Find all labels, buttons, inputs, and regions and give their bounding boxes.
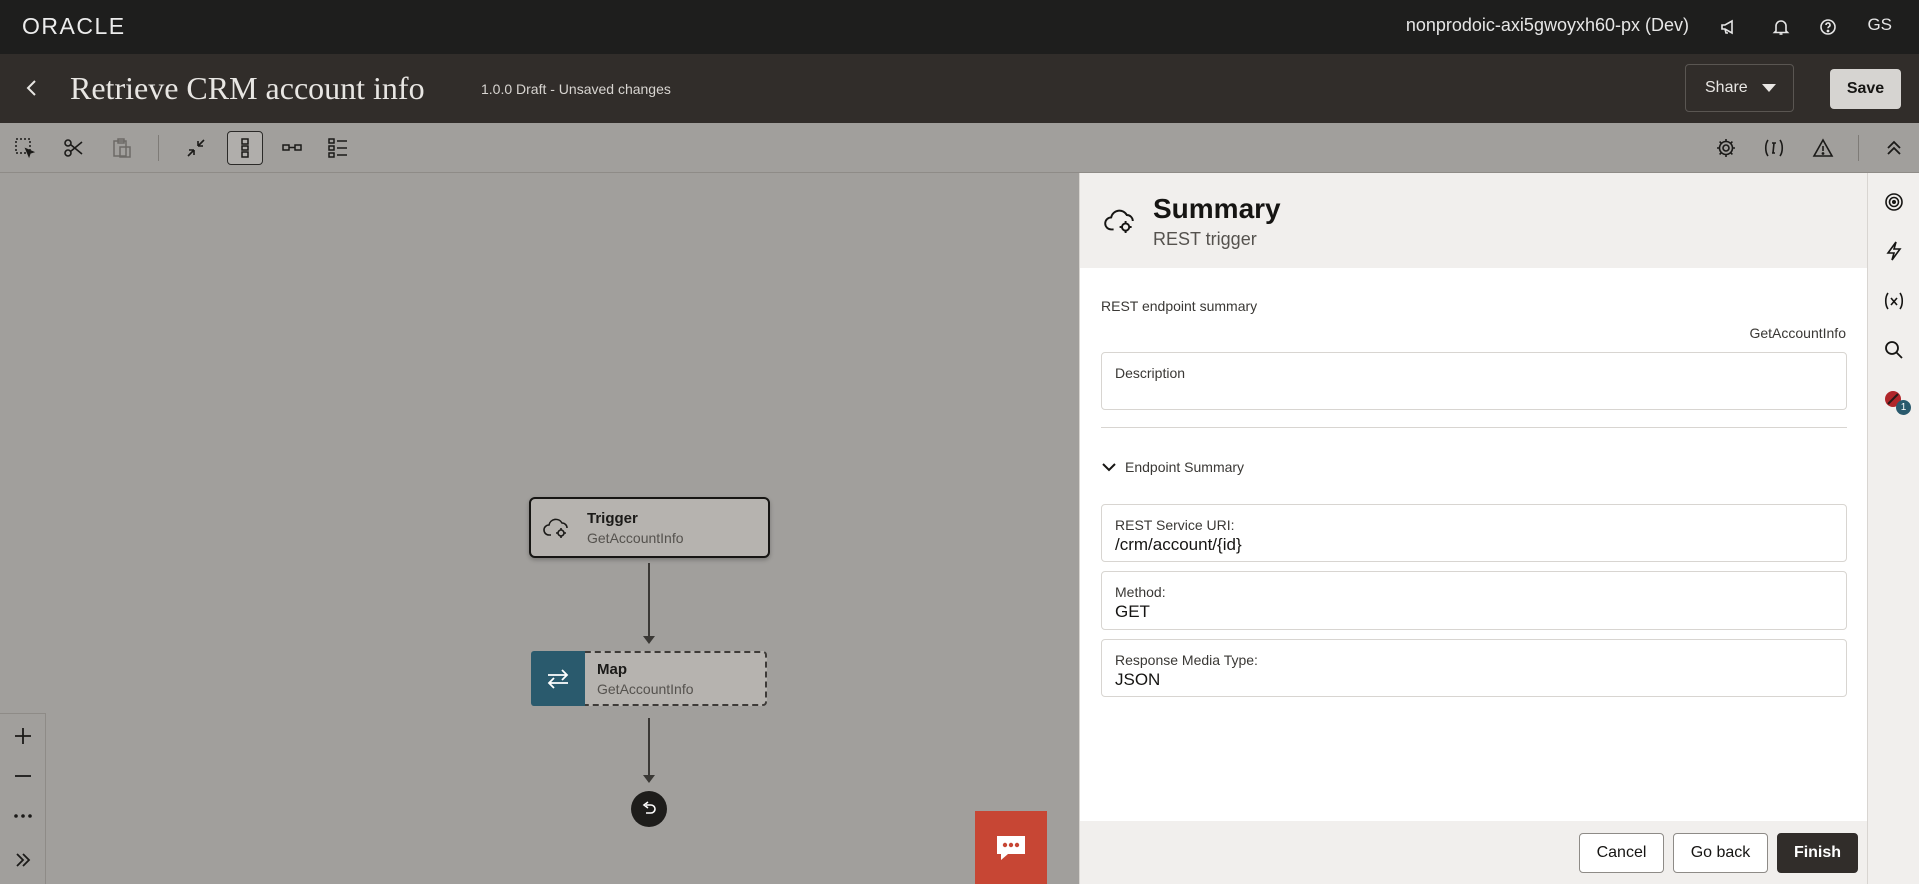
field-value: /crm/account/{id} <box>1115 535 1242 554</box>
paste-icon[interactable] <box>104 131 140 165</box>
finish-button[interactable]: Finish <box>1777 833 1858 873</box>
target-icon[interactable] <box>1878 186 1910 218</box>
zoom-in-icon[interactable] <box>5 718 41 754</box>
rest-trigger-icon <box>531 499 585 556</box>
summary-panel: Summary REST trigger REST endpoint summa… <box>1079 173 1868 884</box>
chat-icon <box>997 835 1025 860</box>
oracle-logo[interactable]: ORACLE <box>22 14 162 38</box>
toggle-label: Endpoint Summary <box>1125 459 1245 475</box>
search-icon[interactable] <box>1878 334 1910 366</box>
connector-line <box>648 563 650 637</box>
user-avatar[interactable]: GS <box>1867 15 1892 35</box>
endpoint-summary-toggle[interactable]: Endpoint Summary <box>1101 459 1244 475</box>
panel-footer: Cancel Go back Finish <box>1080 821 1868 884</box>
gear-icon[interactable] <box>1708 131 1744 165</box>
map-swap-icon <box>531 651 585 706</box>
go-back-button[interactable]: Go back <box>1673 833 1768 873</box>
more-options-icon[interactable] <box>5 798 41 834</box>
panel-title: Summary <box>1153 193 1281 224</box>
version-status: 1.0.0 Draft - Unsaved changes <box>481 81 671 97</box>
cut-icon[interactable] <box>56 131 92 165</box>
zoom-controls <box>0 713 46 884</box>
rest-trigger-icon <box>1104 205 1140 241</box>
lightning-icon[interactable] <box>1878 235 1910 267</box>
error-count-badge: 1 <box>1896 400 1911 415</box>
panel-header: Summary REST trigger <box>1080 173 1868 268</box>
select-icon[interactable] <box>7 131 43 165</box>
cancel-button[interactable]: Cancel <box>1579 833 1664 873</box>
announcement-icon[interactable] <box>1716 14 1742 40</box>
section-divider <box>1101 427 1847 428</box>
page-title: Retrieve CRM account info <box>70 70 425 106</box>
title-bar: Retrieve CRM account info 1.0.0 Draft - … <box>0 54 1919 123</box>
node-title: Map <box>597 660 627 678</box>
response-media-type-field: Response Media Type: JSON <box>1101 639 1847 697</box>
field-value: GET <box>1115 602 1150 621</box>
toolbar-divider <box>158 135 159 161</box>
share-label: Share <box>1705 79 1748 96</box>
save-button[interactable]: Save <box>1830 69 1901 109</box>
help-icon[interactable] <box>1815 14 1841 40</box>
endpoint-name: GetAccountInfo <box>1749 325 1846 341</box>
field-label: Response Media Type: <box>1115 652 1258 668</box>
collapse-up-icon[interactable] <box>1876 131 1912 165</box>
vertical-layout-icon[interactable] <box>227 131 263 165</box>
map-node[interactable]: Map GetAccountInfo <box>531 651 767 706</box>
method-field: Method: GET <box>1101 571 1847 630</box>
field-label: Description <box>1115 365 1186 381</box>
field-label: REST Service URI: <box>1115 517 1235 533</box>
expand-right-icon[interactable] <box>5 842 41 878</box>
end-return-node[interactable] <box>631 791 667 827</box>
integration-canvas[interactable]: Trigger GetAccountInfo Map GetAccountInf… <box>0 173 1079 884</box>
right-rail: 1 <box>1867 173 1919 884</box>
toolbar-divider <box>1858 135 1859 161</box>
back-chevron-icon[interactable] <box>18 74 46 102</box>
variable-icon[interactable] <box>1756 131 1792 165</box>
section-label: REST endpoint summary <box>1101 298 1258 314</box>
canvas-toolbar <box>0 123 1919 173</box>
chevron-down-icon <box>1102 463 1116 472</box>
connector-line <box>648 718 650 776</box>
field-value: JSON <box>1115 670 1161 689</box>
description-field[interactable]: Description <box>1101 352 1847 410</box>
variables-icon[interactable] <box>1878 285 1910 317</box>
share-button[interactable]: Share <box>1685 64 1794 112</box>
node-title: Trigger <box>587 509 638 527</box>
top-bar: ORACLE nonprodoic-axi5gwoyxh60-px (Dev) … <box>0 0 1919 54</box>
return-icon <box>642 801 656 814</box>
horizontal-layout-icon[interactable] <box>274 131 310 165</box>
collapse-all-icon[interactable] <box>178 131 214 165</box>
field-label: Method: <box>1115 584 1166 600</box>
warning-icon[interactable] <box>1805 131 1841 165</box>
connector-arrow <box>643 636 655 644</box>
svg-text:ORACLE: ORACLE <box>22 14 126 38</box>
caret-down-icon <box>1761 84 1776 92</box>
chat-assistant-button[interactable] <box>975 811 1047 884</box>
pseudo-view-icon[interactable] <box>320 131 356 165</box>
zoom-out-icon[interactable] <box>5 758 41 794</box>
trigger-node[interactable]: Trigger GetAccountInfo <box>529 497 770 558</box>
node-subtitle: GetAccountInfo <box>587 529 684 546</box>
connector-arrow <box>643 775 655 783</box>
panel-subtitle: REST trigger <box>1153 229 1257 249</box>
notifications-icon[interactable] <box>1768 14 1794 40</box>
environment-name[interactable]: nonprodoic-axi5gwoyxh60-px (Dev) <box>1406 15 1689 36</box>
rest-service-uri-field: REST Service URI: /crm/account/{id} <box>1101 504 1847 562</box>
node-subtitle: GetAccountInfo <box>597 680 694 697</box>
errors-icon[interactable]: 1 <box>1878 384 1911 416</box>
